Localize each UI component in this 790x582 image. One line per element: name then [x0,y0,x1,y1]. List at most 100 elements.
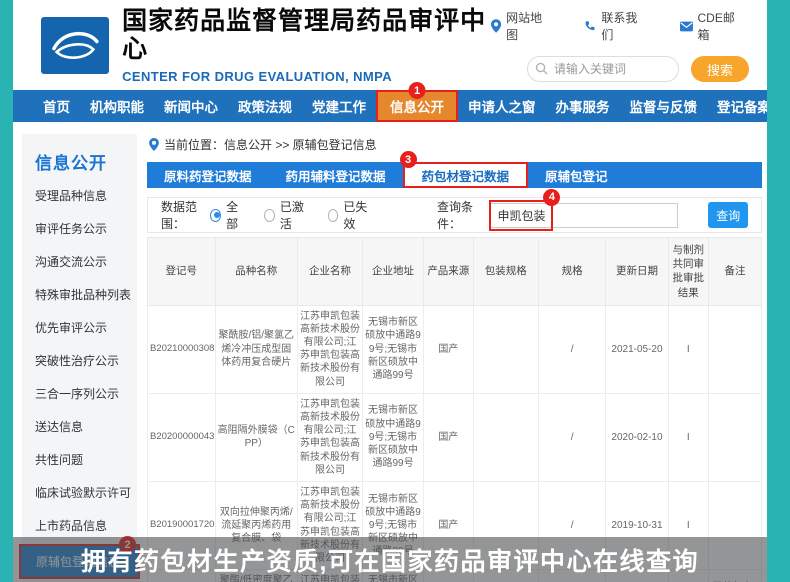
sidebar-item-label: 共性问题 [35,453,83,467]
table-cell: I [668,393,709,481]
radio-icon [264,209,275,222]
site-search-button[interactable]: 搜索 [691,56,749,82]
site-title: 国家药品监督管理局药品审评中心 [122,7,491,65]
table-cell: / [538,305,606,393]
sidebar-item[interactable]: 优先审评公示 [22,311,137,344]
tab-label: 原辅包登记 [545,166,608,185]
cde-logo[interactable] [41,17,109,74]
nav-item-label: 申请人之窗 [468,96,536,116]
table-cell [709,393,762,481]
radio-selected-icon [210,209,221,222]
radio-option-active[interactable]: 已激活 [264,198,309,232]
tab-label: 药用辅料登记数据 [286,166,386,185]
sidebar-item[interactable]: 共性问题 [22,443,137,476]
nav-item-label: 办事服务 [556,96,610,116]
nav-item[interactable]: 党建工作 [302,90,376,122]
nav-item-label: 首页 [43,96,70,116]
nav-item[interactable]: 首页 [33,90,80,122]
site-subtitle: CENTER FOR DRUG EVALUATION, NMPA [122,69,491,84]
contact-link-label: 联系我们 [601,9,645,43]
sidebar-item[interactable]: 送达信息 [22,410,137,443]
site-search-input[interactable] [527,56,679,82]
sidebar-item-label: 沟通交流公示 [35,255,107,269]
table-cell: 无锡市新区硕放中通路99号;无锡市新区硕放中通路99号 [363,393,424,481]
header-links: 网站地图 联系我们 CDE邮箱 [491,9,743,43]
nav-item[interactable]: 机构职能 [80,90,154,122]
table-cell: I [668,305,709,393]
nav-item-active[interactable]: 信息公开1 [376,90,458,122]
sidebar-item-label: 优先审评公示 [35,321,107,335]
column-header: 品种名称 [215,238,297,306]
nav-item[interactable]: 监督与反馈 [620,90,708,122]
annotation-badge-1: 1 [409,82,426,99]
table-cell [473,393,538,481]
table-row: B20200000043高阻隔外膜袋（CPP）江苏申凯包装高新技术股份有限公司;… [148,393,762,481]
sitemap-link-label: 网站地图 [506,9,550,43]
sidebar-item-label: 特殊审批品种列表 [35,288,131,302]
tab-active[interactable]: 药包材登记数据3 [403,162,529,188]
radio-option-label: 已失效 [343,198,372,232]
column-header: 包装规格 [473,238,538,306]
radio-option-label: 已激活 [280,198,309,232]
sidebar-item-label: 上市药品信息 [35,519,107,533]
page: 国家药品监督管理局药品审评中心 CENTER FOR DRUG EVALUATI… [0,0,790,582]
column-header: 更新日期 [606,238,668,306]
nav-item[interactable]: 申请人之窗 [458,90,546,122]
tab[interactable]: 药用辅料登记数据 [269,162,403,188]
column-header: 备注 [709,238,762,306]
table-row: B20210000308聚酰胺/铝/聚氯乙烯冷冲压成型固体药用复合硬片江苏申凯包… [148,305,762,393]
table-cell: 聚酰胺/铝/聚氯乙烯冷冲压成型固体药用复合硬片 [215,305,297,393]
sidebar-list: 受理品种信息审评任务公示沟通交流公示特殊审批品种列表优先审评公示突破性治疗公示三… [22,179,137,582]
breadcrumb-pin-icon [149,138,159,151]
tab-label: 药包材登记数据 [422,166,510,185]
mailbox-link[interactable]: CDE邮箱 [680,9,743,43]
table-cell: 无锡市新区硕放中通路99号;无锡市新区硕放中通路99号 [363,305,424,393]
filter-bar: 数据范围： 全部 已激活 已失效 查询条件： [147,197,762,233]
main-nav-bar: 首页机构职能新闻中心政策法规党建工作信息公开1申请人之窗办事服务监督与反馈登记备… [13,90,767,122]
main-content: 当前位置：信息公开 >> 原辅包登记信息 原料药登记数据药用辅料登记数据药包材登… [147,134,767,582]
nav-item[interactable]: 政策法规 [228,90,302,122]
tab[interactable]: 原料药登记数据 [147,162,269,188]
site-brand[interactable]: 国家药品监督管理局药品审评中心 CENTER FOR DRUG EVALUATI… [41,7,491,85]
sidebar-item[interactable]: 特殊审批品种列表 [22,278,137,311]
caption-text: 拥有药包材生产资质,可在国家药品审评中心在线查询 [81,542,699,578]
table-cell: 国产 [423,393,473,481]
caption-overlay: 拥有药包材生产资质,可在国家药品审评中心在线查询 [13,537,767,582]
column-header: 规格 [538,238,606,306]
sidebar-item-label: 受理品种信息 [35,189,107,203]
site-header: 国家药品监督管理局药品审评中心 CENTER FOR DRUG EVALUATI… [13,0,767,90]
sidebar-item[interactable]: 三合一序列公示 [22,377,137,410]
registration-tab-bar: 原料药登记数据 药用辅料登记数据药包材登记数据3 原辅包登记 [147,162,762,188]
table-cell: B20200000043 [148,393,216,481]
sidebar-item[interactable]: 临床试验默示许可 [22,476,137,509]
cde-eye-icon [48,24,102,66]
nav-item-label: 新闻中心 [164,96,218,116]
sidebar-item[interactable]: 审评任务公示 [22,212,137,245]
sidebar-item[interactable]: 沟通交流公示 [22,245,137,278]
tab[interactable]: 原辅包登记 [528,162,625,188]
column-header: 企业名称 [297,238,362,306]
query-condition-input[interactable] [490,203,678,228]
contact-link[interactable]: 联系我们 [584,9,645,43]
sidebar-item[interactable]: 突破性治疗公示 [22,344,137,377]
radio-icon [328,209,339,222]
sitemap-link[interactable]: 网站地图 [491,9,550,43]
breadcrumb[interactable]: 当前位置：信息公开 >> 原辅包登记信息 [149,136,762,153]
tab-label: 原料药登记数据 [164,166,252,185]
mailbox-link-label: CDE邮箱 [698,9,743,43]
table-header-row: 登记号品种名称企业名称企业地址产品来源包装规格规格更新日期与制剂共同审批审批结果… [148,238,762,306]
table-cell: 高阻隔外膜袋（CPP） [215,393,297,481]
radio-option-inactive[interactable]: 已失效 [328,198,373,232]
column-header: 与制剂共同审批审批结果 [668,238,709,306]
sidebar-item[interactable]: 受理品种信息 [22,179,137,212]
sidebar: 信息公开 受理品种信息审评任务公示沟通交流公示特殊审批品种列表优先审评公示突破性… [22,134,137,582]
column-header: 企业地址 [363,238,424,306]
radio-option-all[interactable]: 全部 [210,198,245,232]
nav-item-label: 政策法规 [238,96,292,116]
nav-item-label: 监督与反馈 [630,96,698,116]
nav-item[interactable]: 办事服务 [546,90,620,122]
table-cell: / [538,393,606,481]
location-pin-icon [491,19,501,33]
nav-item[interactable]: 新闻中心 [154,90,228,122]
query-search-button[interactable]: 查询 [708,202,748,228]
